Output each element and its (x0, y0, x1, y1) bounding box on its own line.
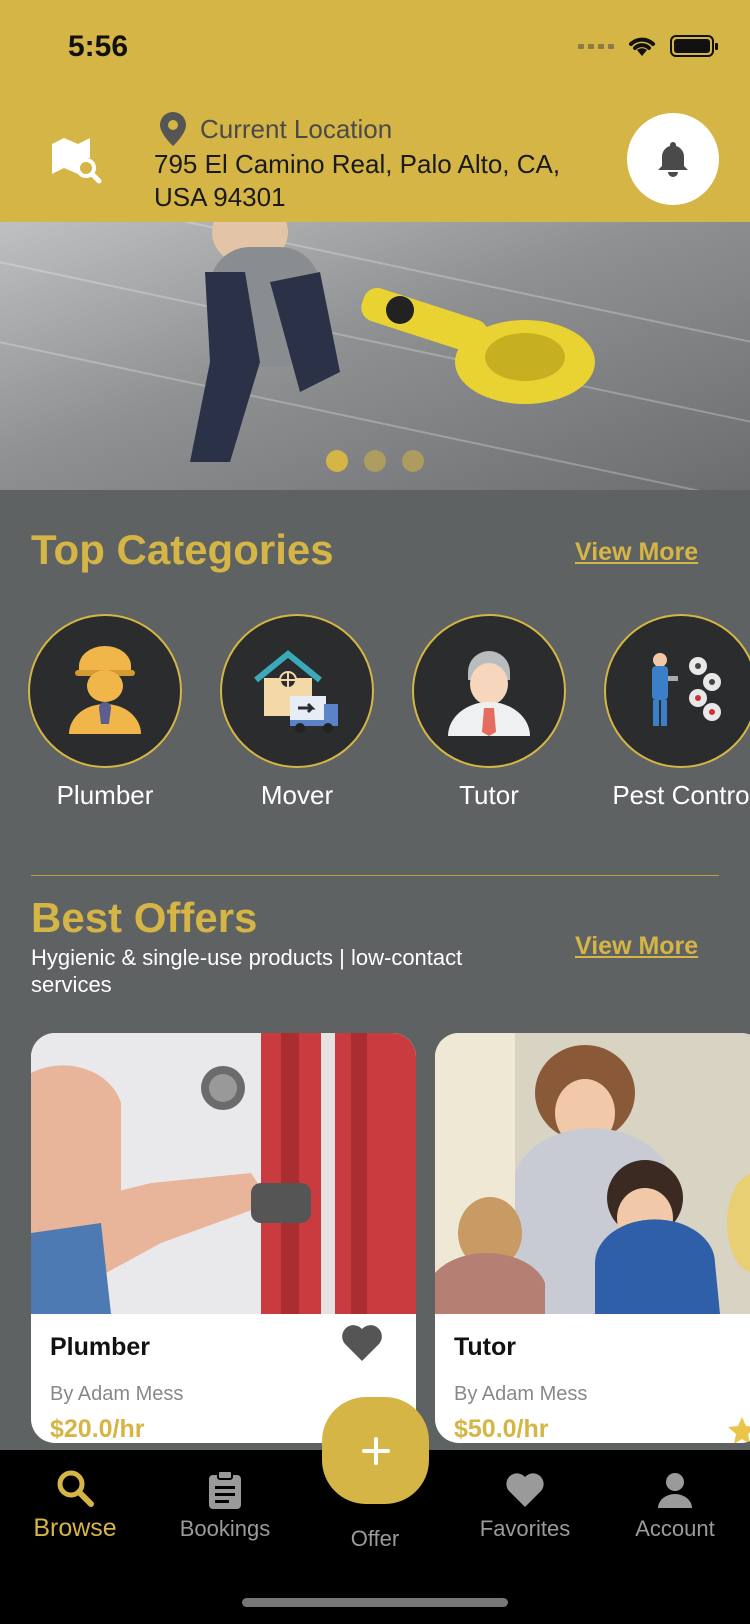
nav-browse[interactable]: Browse (0, 1468, 150, 1543)
offer-card-price: $50.0/hr (454, 1415, 549, 1443)
hero-worker-image (190, 222, 340, 462)
nav-offer[interactable]: Offer (300, 1526, 450, 1552)
category-label: Mover (260, 780, 334, 810)
offer-fab-button[interactable] (322, 1397, 429, 1504)
category-pest-control[interactable]: Pest Contro (604, 614, 750, 811)
category-label: Plumber (56, 780, 154, 810)
offer-card[interactable]: Tutor By Adam Mess $50.0/hr (435, 1033, 750, 1443)
pest-control-icon (604, 614, 750, 768)
hero-machine-image (361, 287, 595, 404)
clipboard-icon (209, 1470, 241, 1509)
offer-card-price: $20.0/hr (50, 1415, 145, 1443)
carousel-dot[interactable] (326, 450, 348, 472)
signal-icon (578, 43, 614, 49)
offer-card-provider: By Adam Mess (50, 1383, 184, 1405)
category-label: Tutor (459, 780, 519, 810)
nav-label: Browse (33, 1514, 117, 1542)
current-location-row: Current Location (160, 112, 392, 146)
location-pin-icon (160, 112, 186, 146)
section-divider (31, 875, 719, 876)
heart-icon (506, 1473, 544, 1507)
nav-label: Account (635, 1516, 715, 1541)
home-indicator[interactable] (242, 1598, 508, 1607)
offer-card-provider: By Adam Mess (454, 1383, 588, 1405)
nav-label: Bookings (179, 1516, 271, 1541)
best-offers-view-more-link[interactable]: View More (575, 932, 698, 961)
top-categories-view-more-link[interactable]: View More (575, 538, 698, 567)
nav-account[interactable]: Account (600, 1470, 750, 1542)
plus-icon (361, 1436, 390, 1465)
category-label: Pest Contro (612, 780, 750, 810)
tutor-icon (412, 614, 566, 768)
offer-card-image (31, 1033, 416, 1314)
favorite-heart-icon[interactable] (341, 1323, 383, 1363)
offer-card-image (435, 1033, 750, 1314)
status-icons (578, 34, 718, 58)
plumber-icon (28, 614, 182, 768)
rating-star-icon (728, 1417, 750, 1443)
battery-icon (670, 35, 718, 57)
status-time: 5:56 (68, 30, 129, 63)
map-search-icon[interactable] (50, 134, 102, 186)
notifications-button[interactable] (627, 113, 719, 205)
best-offers-title: Best Offers (31, 894, 258, 941)
carousel-dots[interactable] (0, 450, 750, 472)
wifi-icon (629, 37, 655, 56)
carousel-dot[interactable] (364, 450, 386, 472)
bell-icon (658, 142, 688, 177)
app-header: 5:56 Current Location 795 El Camino Real… (0, 0, 750, 222)
offer-card-title: Plumber (50, 1333, 151, 1361)
best-offers-subtitle: Hygienic & single-use products | low-con… (31, 945, 463, 997)
category-tutor[interactable]: Tutor (412, 614, 566, 811)
category-mover[interactable]: Mover (220, 614, 374, 811)
carousel-dot[interactable] (402, 450, 424, 472)
category-plumber[interactable]: Plumber (28, 614, 182, 811)
top-categories-title: Top Categories (31, 526, 334, 573)
person-icon (658, 1473, 692, 1508)
hero-banner[interactable] (0, 222, 750, 490)
categories-list: Plumber Mover Tutor Pest Contro (28, 614, 750, 814)
location-label: Current Location (200, 113, 393, 144)
current-address[interactable]: 795 El Camino Real, Palo Alto, CA, USA 9… (154, 148, 594, 214)
offer-card-title: Tutor (454, 1333, 517, 1361)
nav-favorites[interactable]: Favorites (450, 1470, 600, 1542)
nav-label: Favorites (479, 1516, 571, 1541)
nav-bookings[interactable]: Bookings (150, 1470, 300, 1542)
search-icon (57, 1470, 94, 1507)
mover-icon (220, 614, 374, 768)
offer-card[interactable]: Plumber By Adam Mess $20.0/hr (31, 1033, 416, 1443)
nav-label: Offer (350, 1526, 400, 1551)
